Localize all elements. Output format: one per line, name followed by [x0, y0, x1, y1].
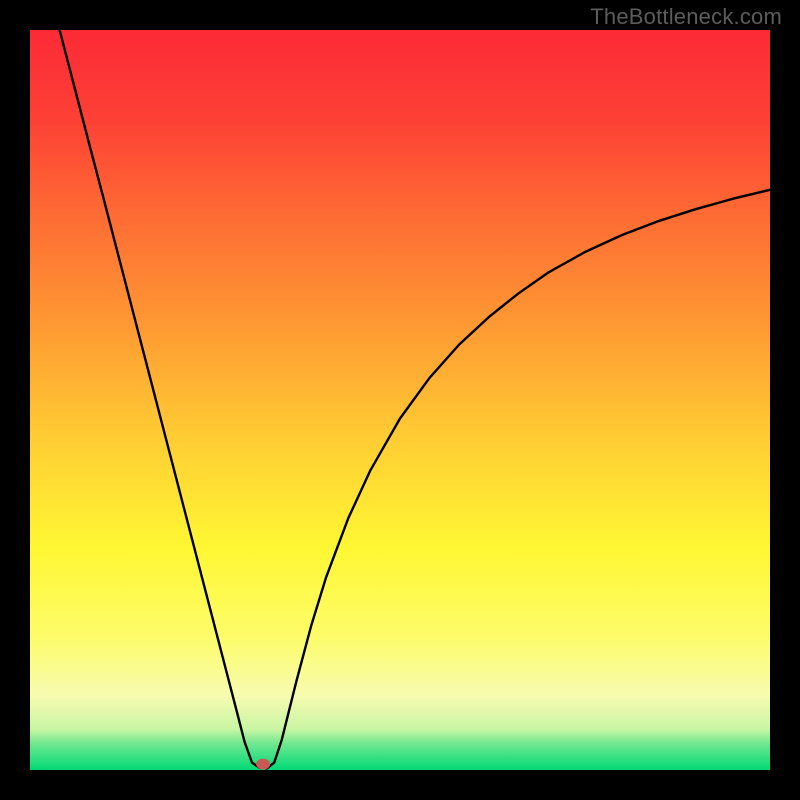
- optimal-point-marker: [256, 759, 270, 770]
- chart-gradient-bg: [30, 30, 770, 770]
- bottleneck-chart: TheBottleneck.com: [0, 0, 800, 800]
- chart-svg: [0, 0, 800, 800]
- watermark-text: TheBottleneck.com: [590, 4, 782, 30]
